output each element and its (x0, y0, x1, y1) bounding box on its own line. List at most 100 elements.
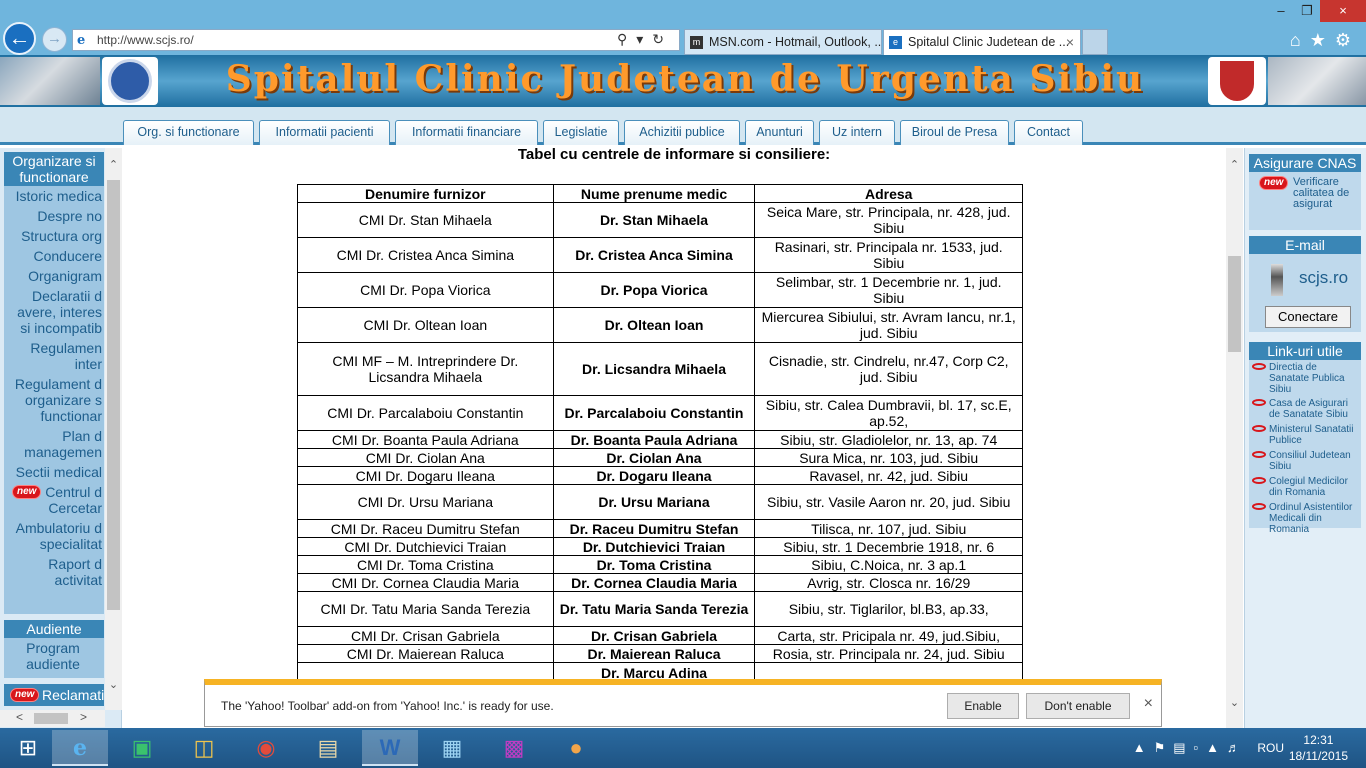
link-dsp-label[interactable]: Directia de Sanatate Publica Sibiu (1269, 362, 1345, 395)
link-cas-label[interactable]: Casa de Asigurari de Sanatate Sibiu (1269, 398, 1348, 420)
tab-msn[interactable]: m MSN.com - Hotmail, Outlook, ... (684, 29, 882, 55)
dont-enable-button[interactable]: Don't enable (1026, 693, 1130, 719)
close-notification-icon[interactable]: × (1144, 695, 1153, 713)
link-dsp-sibiu[interactable]: Directia de Sanatate Publica Sibiu (1249, 360, 1361, 396)
start-windows-icon[interactable]: ⊞ (0, 730, 56, 766)
left-item-reclamatii[interactable]: Reclamati (42, 687, 104, 703)
favorites-star-icon[interactable]: ★ (1310, 30, 1335, 50)
menu-informatii-financiare[interactable]: Informatii financiare (395, 120, 538, 145)
left-item-istoric[interactable]: Istoric medica (4, 186, 104, 206)
link-colegiul[interactable]: Colegiul Medicilor din Romania (1249, 474, 1361, 500)
connect-button[interactable]: Conectare (1265, 306, 1351, 328)
page-scroll-thumb[interactable] (1228, 256, 1241, 352)
wifi-icon[interactable]: ▲ (1206, 740, 1227, 755)
minimize-icon[interactable]: – (1268, 0, 1294, 22)
reclamatii-box[interactable]: new Reclamati (4, 684, 104, 706)
close-tab-icon[interactable]: × (1066, 30, 1074, 54)
home-icon[interactable]: ⌂ (1290, 30, 1310, 50)
cnas-link[interactable]: new Verificare calitatea de asigurat (1249, 172, 1361, 210)
floppy-save-icon[interactable]: ▩ (486, 730, 542, 766)
left-item-program-audiente[interactable]: Program audiente (4, 638, 104, 674)
page-scrollbar[interactable]: ⌃ ⌄ (1226, 148, 1243, 728)
search-icon[interactable]: ⚲ (617, 31, 636, 47)
left-item-regulament-intern[interactable]: Regulamen inter (4, 338, 104, 374)
link-cas-sibiu[interactable]: Casa de Asigurari de Sanatate Sibiu (1249, 396, 1361, 422)
addon-notification-bar: The 'Yahoo! Toolbar' add-on from 'Yahoo!… (204, 679, 1162, 727)
link-ministerul-label[interactable]: Ministerul Sanatatii Publice (1269, 424, 1353, 446)
menu-informatii-pacienti[interactable]: Informatii pacienti (259, 120, 390, 145)
new-badge-reclamatii: new (10, 688, 40, 702)
link-consiliul[interactable]: Consiliul Judetean Sibiu (1249, 448, 1361, 474)
left-item-raport[interactable]: Raport d activitat (4, 554, 104, 590)
scroll-up-icon[interactable]: ⌃ (105, 158, 122, 171)
link-ministerul[interactable]: Ministerul Sanatatii Publice (1249, 422, 1361, 448)
page-scroll-up-icon[interactable]: ⌃ (1226, 158, 1243, 171)
link-oamr[interactable]: Ordinul Asistentilor Medicali din Romani… (1249, 500, 1361, 536)
left-item-declaratii[interactable]: Declaratii d avere, interes si incompati… (4, 286, 104, 338)
cell-adresa: Seica Mare, str. Principala, nr. 428, ju… (754, 202, 1023, 238)
store-icon[interactable]: ▣ (114, 730, 170, 766)
menu-contact[interactable]: Contact (1014, 120, 1083, 145)
left-item-centrul-cercetare[interactable]: new Centrul d Cercetar (4, 482, 104, 518)
scroll-down-icon[interactable]: ⌄ (105, 678, 122, 691)
left-hscroll-thumb[interactable] (34, 713, 68, 724)
link-consiliul-label[interactable]: Consiliul Judetean Sibiu (1269, 450, 1351, 472)
left-scroll-thumb[interactable] (107, 180, 120, 610)
menu-achizitii-publice[interactable]: Achizitii publice (624, 120, 740, 145)
card-viewer-icon[interactable]: ▤ (300, 730, 356, 766)
internet-explorer-icon[interactable]: e (52, 730, 108, 766)
network-icon[interactable]: ▤ (1173, 740, 1193, 755)
cell-medic: Dr. Stan Mihaela (552, 202, 756, 238)
link-oamr-label[interactable]: Ordinul Asistentilor Medicali din Romani… (1269, 502, 1352, 535)
left-item-regulament-organizare[interactable]: Regulament d organizare s functionar (4, 374, 104, 426)
left-scrollbar[interactable]: ⌃ ⌄ (105, 148, 122, 710)
flag-icon[interactable]: ⚑ (1154, 740, 1174, 755)
left-item-plan-management[interactable]: Plan d managemen (4, 426, 104, 462)
menu-biroul-de-presa[interactable]: Biroul de Presa (900, 120, 1009, 145)
left-item-despre[interactable]: Despre no (4, 206, 104, 226)
links-box: Link-uri utile Directia de Sanatate Publ… (1249, 342, 1361, 535)
left-hscrollbar[interactable]: < > (0, 710, 105, 727)
menu-org-si-functionare[interactable]: Org. si functionare (123, 120, 254, 145)
table-row: CMI Dr. Tatu Maria Sanda Terezia Dr. Tatu… (297, 591, 1023, 627)
file-explorer-icon[interactable]: ◫ (176, 730, 232, 766)
dropdown-icon[interactable]: ▾ (636, 31, 652, 47)
volume-icon[interactable]: ♬ (1227, 740, 1248, 755)
scroll-right-icon[interactable]: > (80, 710, 87, 724)
word-icon[interactable]: W (362, 730, 418, 766)
address-bar[interactable]: e http://www.scjs.ro/ ⚲▾↻ (72, 29, 680, 51)
table-row: CMI Dr. Parcalaboiu Constantin Dr. Parcal… (297, 395, 1023, 431)
menu-anunturi[interactable]: Anunturi (745, 120, 814, 145)
left-item-organigrama[interactable]: Organigram (4, 266, 104, 286)
scroll-left-icon[interactable]: < (16, 710, 23, 724)
tab-spitalul[interactable]: e Spitalul Clinic Judetean de ... × (883, 29, 1081, 55)
left-item-conducere[interactable]: Conducere (4, 246, 104, 266)
table-header-row: Denumire furnizor Nume prenume medic Adr… (297, 184, 1023, 203)
new-tab-button[interactable] (1082, 29, 1108, 55)
enable-button[interactable]: Enable (947, 693, 1019, 719)
link-colegiul-label[interactable]: Colegiul Medicilor din Romania (1269, 476, 1348, 498)
settings-gear-icon[interactable]: ⚙ (1335, 30, 1360, 50)
chrome-icon[interactable]: ◉ (238, 730, 294, 766)
paint-icon[interactable]: ● (548, 730, 604, 766)
left-item-sectii-medicale[interactable]: Sectii medical (4, 462, 104, 482)
email-header: E-mail (1249, 236, 1361, 254)
refresh-icon[interactable]: ↻ (652, 31, 673, 47)
page-scroll-down-icon[interactable]: ⌄ (1226, 696, 1243, 709)
close-window-icon[interactable]: × (1320, 0, 1366, 22)
cell-medic: Dr. Toma Cristina (552, 555, 756, 574)
menu-uz-intern[interactable]: Uz intern (819, 120, 895, 145)
menu-legislatie[interactable]: Legislatie (543, 120, 619, 145)
left-item-structura[interactable]: Structura org (4, 226, 104, 246)
forward-arrow-icon[interactable]: → (42, 27, 67, 52)
address-url[interactable]: http://www.scjs.ro/ (97, 33, 194, 47)
cell-furnizor: CMI Dr. Maierean Raluca (297, 644, 554, 663)
back-arrow-icon[interactable]: ← (3, 22, 36, 55)
notepad-icon[interactable]: ▦ (424, 730, 480, 766)
language-indicator[interactable]: ROU (1257, 741, 1284, 755)
left-item-ambulatoriu[interactable]: Ambulatoriu d specialitat (4, 518, 104, 554)
signal-icon[interactable]: ▫ (1194, 740, 1207, 755)
restore-icon[interactable]: ❐ (1294, 0, 1320, 22)
system-clock[interactable]: 12:31 18/11/2015 (1289, 732, 1348, 764)
show-hidden-icons[interactable]: ▲ (1133, 740, 1154, 755)
